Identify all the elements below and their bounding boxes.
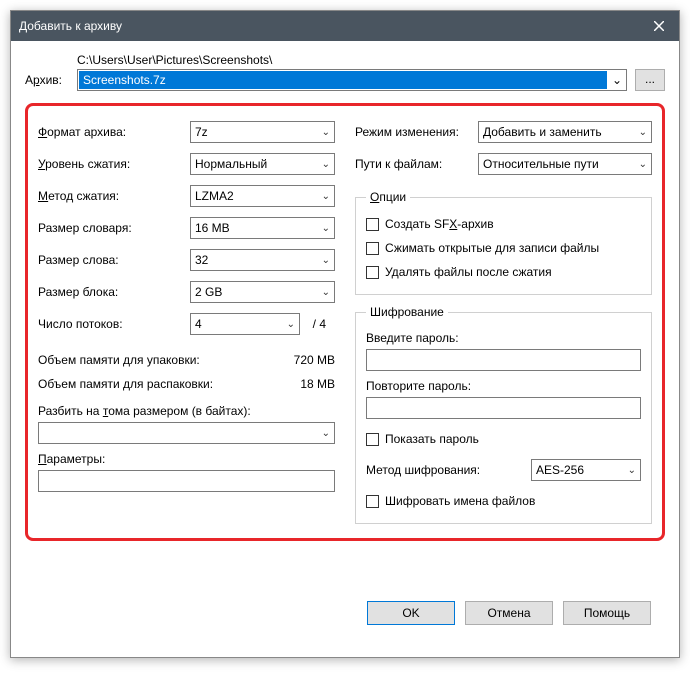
block-label: Размер блока: [38, 285, 190, 299]
level-select[interactable]: Нормальный⌄ [190, 153, 335, 175]
shared-checkbox[interactable] [366, 242, 379, 255]
dict-select[interactable]: 16 MB⌄ [190, 217, 335, 239]
format-label: Формат архива: [38, 125, 190, 139]
threads-max: / 4 [300, 317, 328, 331]
word-label: Размер слова: [38, 253, 190, 267]
mem-unpack-value: 18 MB [300, 377, 335, 391]
browse-button[interactable]: ... [635, 69, 665, 91]
sfx-checkbox[interactable] [366, 218, 379, 231]
format-select[interactable]: 7z⌄ [190, 121, 335, 143]
archive-path: C:\Users\User\Pictures\Screenshots\ [77, 53, 627, 67]
sfx-label: Создать SFX-архив [385, 217, 494, 231]
password2-label: Повторите пароль: [366, 379, 641, 393]
enc-method-label: Метод шифрования: [366, 463, 523, 477]
encrypt-names-checkbox[interactable] [366, 495, 379, 508]
options-area: Формат архива: 7z⌄ Уровень сжатия: Норма… [25, 103, 665, 541]
chevron-down-icon: ⌄ [322, 191, 330, 202]
show-password-label: Показать пароль [385, 432, 479, 446]
options-legend: Опции [366, 190, 410, 204]
chevron-down-icon: ⌄ [322, 287, 330, 298]
word-select[interactable]: 32⌄ [190, 249, 335, 271]
shared-label: Сжимать открытые для записи файлы [385, 241, 599, 255]
ok-button[interactable]: OK [367, 601, 455, 625]
password-label: Введите пароль: [366, 331, 641, 345]
titlebar: Добавить к архиву [11, 11, 679, 41]
chevron-down-icon: ⌄ [322, 428, 330, 439]
window-title: Добавить к архиву [19, 19, 639, 33]
update-mode-select[interactable]: Добавить и заменить⌄ [478, 121, 652, 143]
close-button[interactable] [639, 11, 679, 41]
enc-method-select[interactable]: AES-256⌄ [531, 459, 641, 481]
dialog-window: Добавить к архиву Архив: C:\Users\User\P… [10, 10, 680, 658]
delete-label: Удалять файлы после сжатия [385, 265, 552, 279]
path-mode-label: Пути к файлам: [355, 157, 470, 171]
params-input[interactable] [38, 470, 335, 492]
threads-label: Число потоков: [38, 317, 190, 331]
archive-name-combo[interactable]: Screenshots.7z ⌄ [77, 69, 627, 91]
split-select[interactable]: ⌄ [38, 422, 335, 444]
chevron-down-icon: ⌄ [322, 255, 330, 266]
chevron-down-icon: ⌄ [287, 319, 295, 330]
archive-name-value: Screenshots.7z [79, 71, 607, 89]
params-label: Параметры: [38, 452, 335, 466]
chevron-down-icon: ⌄ [639, 159, 647, 170]
password2-input[interactable] [366, 397, 641, 419]
chevron-down-icon: ⌄ [639, 127, 647, 138]
method-label: Метод сжатия: [38, 189, 190, 203]
level-label: Уровень сжатия: [38, 157, 190, 171]
options-group: Опции Создать SFX-архив Сжимать открытые… [355, 190, 652, 295]
encrypt-names-label: Шифровать имена файлов [385, 494, 535, 508]
threads-select[interactable]: 4⌄ [190, 313, 300, 335]
split-label: Разбить на тома размером (в байтах): [38, 404, 335, 418]
dict-label: Размер словаря: [38, 221, 190, 235]
mem-pack-value: 720 MB [294, 353, 335, 367]
chevron-down-icon: ⌄ [322, 223, 330, 234]
cancel-button[interactable]: Отмена [465, 601, 553, 625]
close-icon [654, 21, 664, 31]
password-input[interactable] [366, 349, 641, 371]
show-password-checkbox[interactable] [366, 433, 379, 446]
mem-pack-label: Объем памяти для упаковки: [38, 353, 294, 367]
path-mode-select[interactable]: Относительные пути⌄ [478, 153, 652, 175]
method-select[interactable]: LZMA2⌄ [190, 185, 335, 207]
chevron-down-icon: ⌄ [322, 159, 330, 170]
help-button[interactable]: Помощь [563, 601, 651, 625]
chevron-down-icon: ⌄ [608, 73, 626, 87]
delete-checkbox[interactable] [366, 266, 379, 279]
block-select[interactable]: 2 GB⌄ [190, 281, 335, 303]
encryption-legend: Шифрование [366, 305, 448, 319]
archive-label: Архив: [25, 73, 69, 91]
chevron-down-icon: ⌄ [628, 465, 636, 476]
encryption-group: Шифрование Введите пароль: Повторите пар… [355, 305, 652, 524]
mem-unpack-label: Объем памяти для распаковки: [38, 377, 300, 391]
update-mode-label: Режим изменения: [355, 125, 470, 139]
chevron-down-icon: ⌄ [322, 127, 330, 138]
